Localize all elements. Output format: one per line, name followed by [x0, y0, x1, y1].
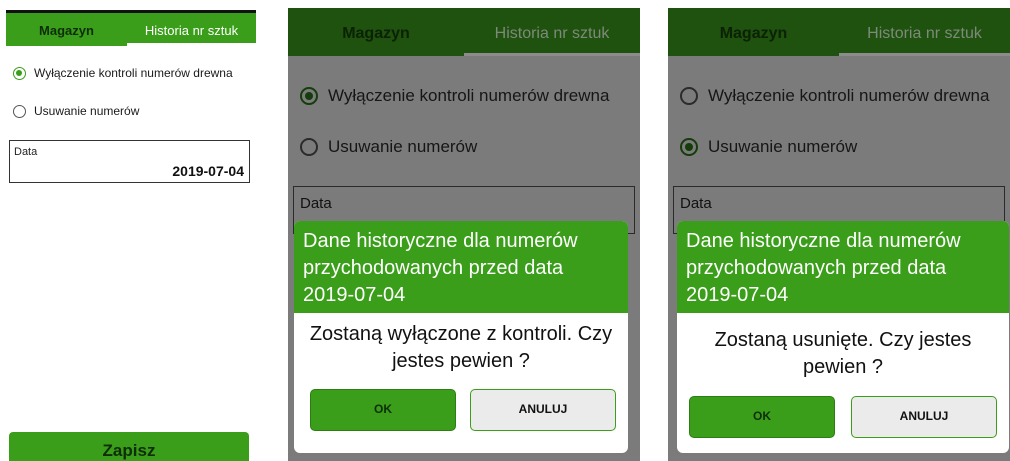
dialog-title: Dane historyczne dla numerów przychodowa… — [686, 230, 961, 306]
radio-delete-numbers[interactable]: Usuwanie numerów — [300, 137, 477, 157]
screen-disable-control-dialog: Magazyn Historia nr sztuk Wyłączenie kon… — [288, 8, 640, 461]
tab-magazyn[interactable]: Magazyn — [6, 13, 127, 46]
radio-unselected-icon — [680, 87, 698, 105]
radio-delete-numbers-label: Usuwanie numerów — [328, 137, 478, 156]
radio-delete-numbers[interactable]: Usuwanie numerów — [680, 137, 857, 157]
active-tab-indicator — [464, 53, 640, 56]
radio-disable-control-label: Wyłączenie kontroli numerów drewna — [708, 86, 990, 105]
radio-disable-control[interactable]: Wyłączenie kontroli numerów drewna — [13, 66, 233, 80]
date-field[interactable]: Data 2019-07-04 — [9, 140, 250, 183]
date-field-label: Data — [680, 195, 712, 212]
dialog-header: Dane historyczne dla numerów przychodowa… — [677, 221, 1009, 313]
tab-historia[interactable]: Historia nr sztuk — [127, 13, 256, 46]
dialog-title: Dane historyczne dla numerów przychodowa… — [303, 230, 578, 306]
tab-magazyn[interactable]: Magazyn — [668, 8, 839, 56]
radio-unselected-icon — [13, 104, 26, 118]
date-field-value: 2019-07-04 — [172, 163, 244, 179]
radio-selected-icon — [680, 138, 698, 156]
active-tab-indicator — [127, 43, 256, 46]
ok-button[interactable]: OK — [310, 389, 456, 431]
tab-historia-label: Historia nr sztuk — [867, 25, 982, 42]
radio-delete-numbers-label: Usuwanie numerów — [34, 104, 140, 118]
radio-unselected-icon — [300, 138, 318, 156]
tab-bar: Magazyn Historia nr sztuk — [288, 8, 640, 56]
cancel-button[interactable]: ANULUJ — [470, 389, 616, 431]
radio-delete-numbers[interactable]: Usuwanie numerów — [13, 104, 139, 118]
cancel-button[interactable]: ANULUJ — [851, 396, 997, 438]
radio-disable-control-label: Wyłączenie kontroli numerów drewna — [328, 86, 610, 105]
ok-button[interactable]: OK — [689, 396, 835, 438]
tab-magazyn[interactable]: Magazyn — [288, 8, 464, 56]
screen-storage-history: Magazyn Historia nr sztuk Wyłączenie kon… — [0, 0, 256, 461]
dialog-header: Dane historyczne dla numerów przychodowa… — [294, 221, 628, 313]
tab-historia-label: Historia nr sztuk — [494, 25, 610, 42]
tab-bar: Magazyn Historia nr sztuk — [668, 8, 1010, 56]
screen-delete-numbers-dialog: Magazyn Historia nr sztuk Wyłączenie kon… — [668, 8, 1010, 461]
date-field-label: Data — [300, 195, 332, 212]
dialog-message: Zostaną usunięte. Czy jestes pewien ? — [714, 329, 972, 378]
radio-disable-control-label: Wyłączenie kontroli numerów drewna — [34, 66, 233, 80]
tab-historia[interactable]: Historia nr sztuk — [839, 8, 1010, 56]
confirm-dialog: Dane historyczne dla numerów przychodowa… — [677, 221, 1009, 453]
active-tab-indicator — [839, 53, 1010, 56]
date-field-label: Data — [14, 146, 38, 158]
radio-selected-icon — [300, 87, 318, 105]
save-button[interactable]: Zapisz — [9, 432, 249, 461]
radio-disable-control[interactable]: Wyłączenie kontroli numerów drewna — [300, 86, 609, 106]
radio-disable-control[interactable]: Wyłączenie kontroli numerów drewna — [680, 86, 989, 106]
radio-delete-numbers-label: Usuwanie numerów — [708, 137, 858, 156]
tab-historia[interactable]: Historia nr sztuk — [464, 8, 640, 56]
dialog-message: Zostaną wyłączone z kontroli. Czy jestes… — [309, 323, 613, 372]
tab-historia-label: Historia nr sztuk — [144, 23, 239, 38]
confirm-dialog: Dane historyczne dla numerów przychodowa… — [294, 221, 628, 453]
tab-bar: Magazyn Historia nr sztuk — [6, 13, 256, 46]
radio-selected-icon — [13, 66, 26, 80]
